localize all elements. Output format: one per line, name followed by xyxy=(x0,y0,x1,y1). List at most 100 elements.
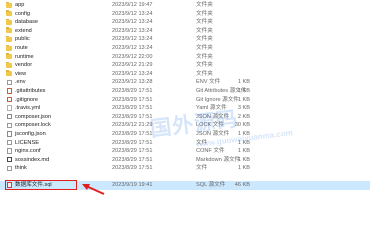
file-date: 2023/8/29 17:51 xyxy=(112,88,153,94)
list-item-config[interactable]: config 2023/9/12 13:24 文件夹 xyxy=(0,10,370,19)
file-name: nginx.conf xyxy=(15,148,41,155)
file-name: sossindex.md xyxy=(15,156,50,163)
file-name: LICENSE xyxy=(15,139,39,146)
file-name: app xyxy=(15,2,25,8)
file-date: 2023/9/12 21:29 xyxy=(112,122,153,129)
list-item-sossindex-md[interactable]: sossindex.md 2023/8/29 17:51 Markdown 源文… xyxy=(0,156,370,165)
file-date: 2023/8/29 17:51 xyxy=(112,96,153,103)
file-name: .travis.yml xyxy=(15,105,41,112)
file-date: 2023/9/12 21:29 xyxy=(112,62,153,69)
file-name: vendor xyxy=(15,62,33,69)
file-date: 2023/9/12 13:24 xyxy=(112,36,153,43)
file-type: JSON 源文件 xyxy=(196,131,230,137)
file-type: 文件 xyxy=(196,139,208,146)
file-icon xyxy=(7,122,12,129)
file-name: .gitignore xyxy=(15,96,39,103)
list-item-composer-lock[interactable]: composer.lock 2023/9/12 21:29 LOCK 文件 30… xyxy=(0,121,370,130)
list-item-gitignore[interactable]: .gitignore 2023/8/29 17:51 Git Ignore 源文… xyxy=(0,96,370,105)
list-item-jsconfig-json[interactable]: jsconfig.json 2023/8/29 17:51 JSON 源文件 1… xyxy=(0,130,370,139)
file-type: CONF 文件 xyxy=(196,148,225,155)
file-type: 文件夹 xyxy=(196,45,213,51)
file-type: 文件夹 xyxy=(196,19,213,26)
git-file-icon xyxy=(7,88,12,94)
file-name: .env xyxy=(15,79,26,86)
list-item-runtime[interactable]: runtime 2023/9/12 22:00 文件夹 xyxy=(0,53,370,62)
folder-icon xyxy=(6,53,12,60)
list-item-gitattributes[interactable]: .gitattributes 2023/8/29 17:51 Git Attri… xyxy=(0,87,370,96)
file-size: 1 KB xyxy=(237,88,250,94)
file-type: ENV 文件 xyxy=(196,79,221,86)
file-date: 2023/8/29 17:51 xyxy=(112,148,153,155)
json-file-icon xyxy=(7,131,12,137)
folder-icon xyxy=(6,70,12,77)
list-item-vendor[interactable]: vendor 2023/9/12 21:29 文件夹 xyxy=(0,61,370,70)
list-item-think[interactable]: think 2023/8/29 17:51 文件 1 KB xyxy=(0,164,370,173)
file-name: config xyxy=(15,10,30,17)
file-type: 文件夹 xyxy=(196,10,213,17)
file-date: 2023/8/29 17:51 xyxy=(112,165,153,172)
file-explorer-window: app 2023/9/12 19:47 文件夹 config 2023/9/12… xyxy=(0,0,370,200)
file-type: 文件夹 xyxy=(196,53,213,60)
file-icon xyxy=(7,148,12,154)
file-date: 2023/9/12 13:24 xyxy=(112,27,153,34)
file-name: jsconfig.json xyxy=(15,131,46,137)
json-file-icon xyxy=(7,113,12,120)
file-size: 1 KB xyxy=(237,79,250,86)
file-name: .gitattributes xyxy=(15,88,46,94)
red-highlight-box xyxy=(5,180,77,190)
list-item-extend[interactable]: extend 2023/9/12 13:24 文件夹 xyxy=(0,27,370,36)
folder-icon xyxy=(6,35,12,42)
file-type: 文件夹 xyxy=(196,2,213,8)
file-type: LOCK 文件 xyxy=(196,122,224,129)
folder-icon xyxy=(6,10,12,17)
file-type: 文件夹 xyxy=(196,36,213,43)
list-item-license[interactable]: LICENSE 2023/8/29 17:51 文件 1 KB xyxy=(0,139,370,148)
list-item-travis-yml[interactable]: .travis.yml 2023/8/29 17:51 Yaml 源文件 3 K… xyxy=(0,104,370,113)
folder-icon xyxy=(6,27,12,34)
list-item-app[interactable]: app 2023/9/12 19:47 文件夹 xyxy=(0,1,370,10)
file-icon xyxy=(7,139,12,146)
folder-icon xyxy=(6,44,12,51)
file-size: 1 KB xyxy=(237,96,250,103)
file-name: database xyxy=(15,19,39,26)
file-date: 2023/9/19 19:41 xyxy=(112,182,153,188)
list-item-nginx-conf[interactable]: nginx.conf 2023/8/29 17:51 CONF 文件 1 KB xyxy=(0,147,370,156)
file-type: SQL 源文件 xyxy=(196,182,226,188)
file-date: 2023/9/12 13:28 xyxy=(112,79,153,86)
file-name: route xyxy=(15,45,28,51)
file-name: think xyxy=(15,165,27,172)
file-type: 文件夹 xyxy=(196,62,213,69)
file-size: 30 KB xyxy=(234,122,250,129)
file-date: 2023/9/12 13:24 xyxy=(112,19,153,26)
file-size: 1 KB xyxy=(237,131,250,137)
file-name: composer.lock xyxy=(15,122,51,129)
file-list: app 2023/9/12 19:47 文件夹 config 2023/9/12… xyxy=(0,0,370,200)
folder-icon xyxy=(6,18,12,25)
file-type: Yaml 源文件 xyxy=(196,105,227,112)
list-item-view[interactable]: view 2023/9/12 13:24 文件夹 xyxy=(0,70,370,79)
file-type: 文件夹 xyxy=(196,27,213,34)
file-size: 1 KB xyxy=(237,148,250,155)
list-item-env[interactable]: .env 2023/9/12 13:28 ENV 文件 1 KB xyxy=(0,78,370,87)
list-item-composer-json[interactable]: composer.json 2023/8/29 17:51 JSON 源文件 2… xyxy=(0,113,370,122)
file-type: JSON 源文件 xyxy=(196,113,230,120)
file-name: extend xyxy=(15,27,32,34)
file-icon xyxy=(7,165,12,172)
file-date: 2023/9/12 22:00 xyxy=(112,53,153,60)
folder-icon xyxy=(6,61,12,68)
file-date: 2023/8/29 17:51 xyxy=(112,156,153,163)
list-item-route[interactable]: route 2023/9/12 13:24 文件夹 xyxy=(0,44,370,53)
file-size: 1 KB xyxy=(237,156,250,163)
file-name: view xyxy=(15,70,27,77)
file-name: public xyxy=(15,36,30,43)
file-size: 2 KB xyxy=(237,113,250,120)
list-item-database[interactable]: database 2023/9/12 13:24 文件夹 xyxy=(0,18,370,27)
list-item-public[interactable]: public 2023/9/12 13:24 文件夹 xyxy=(0,35,370,44)
file-type: 文件夹 xyxy=(196,70,213,77)
file-icon xyxy=(7,79,12,86)
file-name: runtime xyxy=(15,53,34,60)
file-date: 2023/8/29 17:51 xyxy=(112,139,153,146)
file-name: composer.json xyxy=(15,113,52,120)
file-date: 2023/8/29 17:51 xyxy=(112,105,153,112)
folder-icon xyxy=(6,1,12,8)
